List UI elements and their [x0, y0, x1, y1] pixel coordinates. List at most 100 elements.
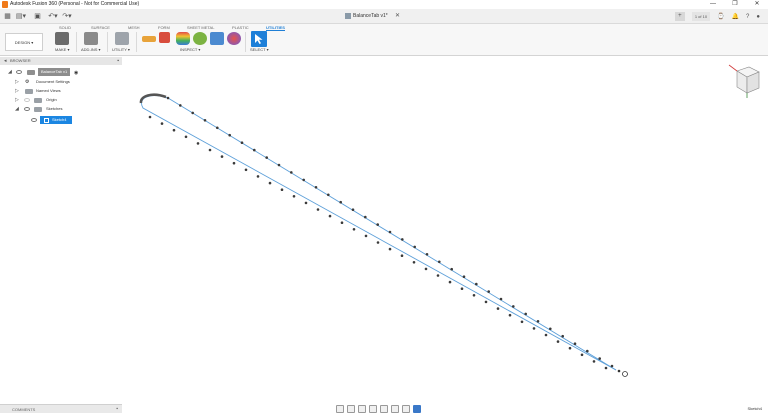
spline-point[interactable] [520, 320, 524, 324]
spline-point[interactable] [148, 115, 152, 119]
file-menu-icon[interactable]: ▤▾ [15, 12, 27, 21]
spline-point[interactable] [460, 287, 464, 291]
activate-radio-icon[interactable]: ◉ [74, 69, 78, 77]
spline-point[interactable] [240, 141, 244, 144]
trailing-edge-point[interactable] [622, 371, 628, 377]
spline-point[interactable] [376, 241, 380, 244]
spline-point[interactable] [484, 300, 488, 304]
spline-point[interactable] [524, 312, 527, 316]
comments-expand-icon[interactable]: ▪ [116, 405, 118, 414]
lower-spline-points[interactable] [148, 115, 608, 370]
fit-icon[interactable] [380, 405, 388, 413]
spline-point[interactable] [499, 297, 503, 301]
spline-point[interactable] [376, 223, 380, 226]
page-counter[interactable]: 1 of 10 [691, 12, 711, 21]
spline-point[interactable] [508, 313, 512, 317]
zebra-analysis-icon[interactable] [193, 32, 207, 45]
spline-point[interactable] [487, 290, 491, 293]
close-window-button[interactable]: ✕ [746, 0, 768, 9]
undo-icon[interactable]: ↶▾ [47, 12, 59, 21]
maximize-button[interactable]: ❐ [724, 0, 746, 9]
spline-point[interactable] [292, 195, 296, 198]
accessibility-analysis-icon[interactable] [227, 32, 241, 45]
browser-pin-icon[interactable]: ▪ [117, 57, 119, 65]
spline-point[interactable] [208, 148, 212, 152]
upper-spline-points[interactable] [166, 96, 614, 368]
redo-icon[interactable]: ↷▾ [61, 12, 73, 21]
profile-icon[interactable]: ● [756, 14, 760, 20]
tab-utilities[interactable]: UTILITIES [266, 24, 285, 31]
utility-menu[interactable]: UTILITY ▾ [112, 47, 130, 53]
zoom-icon[interactable] [369, 405, 377, 413]
comments-panel[interactable]: COMMENTS ▪ [0, 404, 122, 413]
spline-point[interactable] [268, 181, 272, 185]
grid-settings-icon[interactable] [402, 405, 410, 413]
look-at-icon[interactable] [347, 405, 355, 413]
viewports-icon[interactable] [413, 405, 421, 413]
spline-point[interactable] [412, 261, 416, 264]
spline-point[interactable] [425, 253, 429, 256]
spline-point[interactable] [172, 128, 176, 132]
spline-point[interactable] [314, 186, 318, 189]
lower-spline[interactable] [141, 95, 617, 371]
spline-point[interactable] [436, 274, 440, 277]
spline-point[interactable] [290, 171, 293, 174]
spline-point[interactable] [364, 215, 367, 219]
spline-point[interactable] [316, 208, 320, 211]
collapse-browser-icon[interactable]: ◂ [4, 57, 7, 65]
spline-point[interactable] [462, 275, 466, 279]
spline-point[interactable] [561, 334, 564, 338]
tab-form[interactable]: FORM [158, 24, 170, 31]
spline-point[interactable] [280, 188, 284, 191]
grid-menu-icon[interactable]: ▦ [3, 12, 12, 21]
spline-point[interactable] [191, 111, 194, 115]
spline-point[interactable] [544, 333, 548, 337]
spline-point[interactable] [253, 148, 256, 152]
spline-point[interactable] [351, 208, 355, 211]
spline-point[interactable] [573, 342, 577, 346]
collapse-arrow-icon[interactable]: ◢ [8, 68, 12, 76]
spline-point[interactable] [401, 238, 404, 241]
tab-sheet-metal[interactable]: SHEET METAL [187, 24, 214, 31]
spline-point[interactable] [160, 122, 164, 125]
new-tab-icon[interactable]: + [674, 12, 685, 21]
spline-point[interactable] [256, 175, 260, 178]
spline-point[interactable] [228, 133, 231, 137]
leading-edge-points[interactable] [139, 93, 167, 104]
spline-point[interactable] [166, 96, 170, 100]
inspect-menu[interactable]: INSPECT ▾ [180, 47, 200, 53]
spline-point[interactable] [196, 142, 200, 145]
spline-point[interactable] [352, 228, 356, 231]
trailing-edge-point[interactable] [617, 369, 621, 373]
spline-point[interactable] [472, 294, 476, 297]
make-menu[interactable]: MAKE ▾ [55, 47, 69, 53]
spline-point[interactable] [184, 135, 188, 139]
spline-point[interactable] [610, 364, 614, 368]
browser-header[interactable]: ◂ BROWSER ▪ [0, 57, 122, 65]
3d-print-icon[interactable] [55, 32, 69, 45]
workspace-switcher[interactable]: DESIGN ▾ [5, 33, 43, 51]
spline-point[interactable] [244, 168, 248, 172]
spline-point[interactable] [302, 178, 306, 182]
document-tab[interactable]: BalanceTab v1* [345, 12, 388, 21]
notifications-icon[interactable]: 🔔 [732, 13, 739, 20]
spline-point[interactable] [220, 155, 224, 158]
tab-solid[interactable]: SOLID [59, 24, 71, 31]
spline-point[interactable] [327, 193, 330, 197]
spline-point[interactable] [179, 104, 182, 107]
spline-point[interactable] [203, 119, 207, 122]
spline-point[interactable] [568, 346, 572, 350]
tree-item-sketch4[interactable]: Sketch4 [0, 116, 122, 124]
expand-arrow-icon[interactable]: ▷ [15, 96, 19, 104]
spline-point[interactable] [496, 307, 500, 310]
spline-point[interactable] [265, 156, 269, 159]
viewcube[interactable] [727, 63, 761, 99]
select-icon[interactable] [251, 31, 267, 47]
spline-point[interactable] [328, 214, 332, 218]
tree-item-origin[interactable]: ▷ Origin [0, 96, 122, 104]
pan-icon[interactable] [358, 405, 366, 413]
curvature-comb-icon[interactable] [176, 32, 190, 45]
spline-point[interactable] [424, 267, 428, 271]
visibility-eye-icon[interactable] [16, 70, 22, 74]
visibility-eye-icon[interactable] [31, 118, 37, 122]
